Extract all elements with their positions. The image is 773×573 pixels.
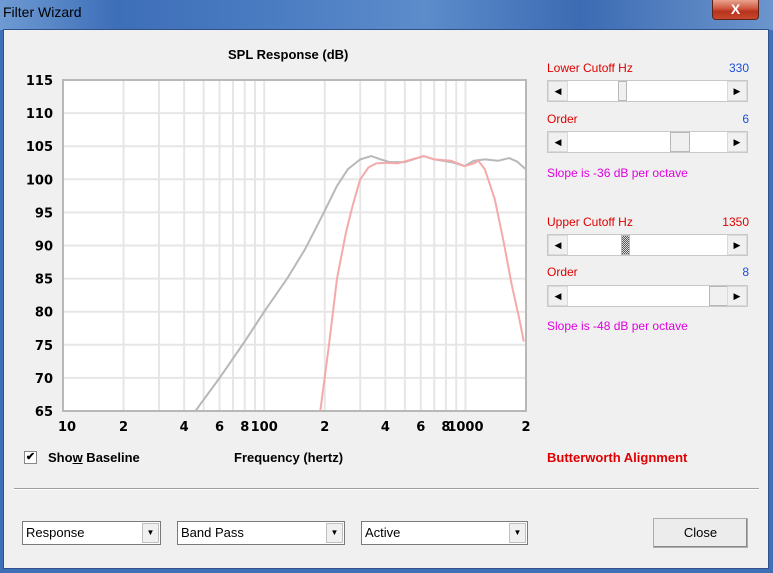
x-axis-label: Frequency (hertz): [234, 450, 344, 465]
right-arrow-icon: ▶: [733, 136, 741, 147]
scroll-left-button[interactable]: ◀: [548, 132, 568, 152]
upper-cutoff-slider[interactable]: ◀ ▶: [547, 234, 748, 256]
filter-mode-value: Active: [365, 525, 401, 540]
view-select[interactable]: Response ▼: [22, 521, 161, 545]
y-tick-label: 90: [35, 240, 53, 255]
scroll-left-button[interactable]: ◀: [548, 286, 568, 306]
lower-order-slider[interactable]: ◀ ▶: [547, 131, 748, 153]
x-tick-label: 2: [521, 420, 530, 435]
lower-cutoff-value: 330: [728, 61, 749, 75]
scroll-right-button[interactable]: ▶: [727, 235, 747, 255]
x-tick-label: 10: [58, 420, 76, 435]
scroll-right-button[interactable]: ▶: [727, 132, 747, 152]
x-tick-label: 2: [320, 420, 329, 435]
upper-order-value: 8: [742, 265, 749, 279]
filter-mode-select[interactable]: Active ▼: [361, 521, 528, 545]
separator: [14, 488, 759, 490]
lower-cutoff-thumb[interactable]: [618, 81, 628, 101]
upper-cutoff-thumb[interactable]: [621, 235, 631, 255]
x-tick-label: 4: [381, 420, 390, 435]
x-tick-label: 6: [215, 420, 224, 435]
show-baseline-label[interactable]: Show Baseline: [48, 450, 140, 465]
x-tick-label: 2: [119, 420, 128, 435]
y-tick-label: 70: [35, 372, 53, 387]
y-tick-label: 115: [26, 74, 53, 89]
lower-cutoff-label: Lower Cutoff Hz: [547, 61, 633, 75]
dropdown-arrow-icon[interactable]: ▼: [326, 523, 343, 543]
check-icon: ✔: [25, 451, 36, 463]
dropdown-arrow-icon[interactable]: ▼: [509, 523, 526, 543]
left-arrow-icon: ◀: [554, 239, 562, 250]
filter-type-value: Band Pass: [181, 525, 244, 540]
y-tick-label: 105: [26, 140, 53, 155]
left-arrow-icon: ◀: [554, 290, 562, 301]
right-arrow-icon: ▶: [733, 239, 741, 250]
filter-type-select[interactable]: Band Pass ▼: [177, 521, 345, 545]
upper-slope-text: Slope is -48 dB per octave: [547, 319, 688, 333]
show-baseline-checkbox[interactable]: ✔: [24, 451, 37, 464]
y-tick-label: 75: [35, 339, 53, 354]
right-arrow-icon: ▶: [733, 85, 741, 96]
scroll-right-button[interactable]: ▶: [727, 81, 747, 101]
lower-slope-text: Slope is -36 dB per octave: [547, 166, 688, 180]
upper-order-slider[interactable]: ◀ ▶: [547, 285, 748, 307]
right-arrow-icon: ▶: [733, 290, 741, 301]
dropdown-arrow-icon[interactable]: ▼: [142, 523, 159, 543]
left-arrow-icon: ◀: [554, 85, 562, 96]
scroll-left-button[interactable]: ◀: [548, 81, 568, 101]
left-arrow-icon: ◀: [554, 136, 562, 147]
upper-order-label: Order: [547, 265, 578, 279]
y-tick-label: 85: [35, 273, 53, 288]
lower-order-thumb[interactable]: [669, 132, 690, 152]
y-tick-label: 65: [35, 405, 53, 420]
upper-order-thumb[interactable]: [709, 286, 729, 306]
lower-order-label: Order: [547, 112, 578, 126]
upper-cutoff-label: Upper Cutoff Hz: [547, 215, 633, 229]
x-tick-label: 6: [416, 420, 425, 435]
lower-cutoff-slider[interactable]: ◀ ▶: [547, 80, 748, 102]
x-tick-label: 4: [180, 420, 189, 435]
close-button[interactable]: Close: [653, 518, 748, 548]
scroll-right-button[interactable]: ▶: [727, 286, 747, 306]
y-tick-label: 100: [26, 173, 53, 188]
y-tick-label: 110: [26, 107, 53, 122]
alignment-text: Butterworth Alignment: [547, 450, 688, 465]
lower-order-value: 6: [742, 112, 749, 126]
y-tick-label: 95: [35, 206, 53, 221]
x-tick-label: 100: [251, 420, 278, 435]
x-tick-label: 1000: [447, 420, 483, 435]
view-select-value: Response: [26, 525, 85, 540]
x-tick-label: 8: [240, 420, 249, 435]
scroll-left-button[interactable]: ◀: [548, 235, 568, 255]
upper-cutoff-value: 1350: [722, 215, 749, 229]
y-tick-label: 80: [35, 306, 53, 321]
